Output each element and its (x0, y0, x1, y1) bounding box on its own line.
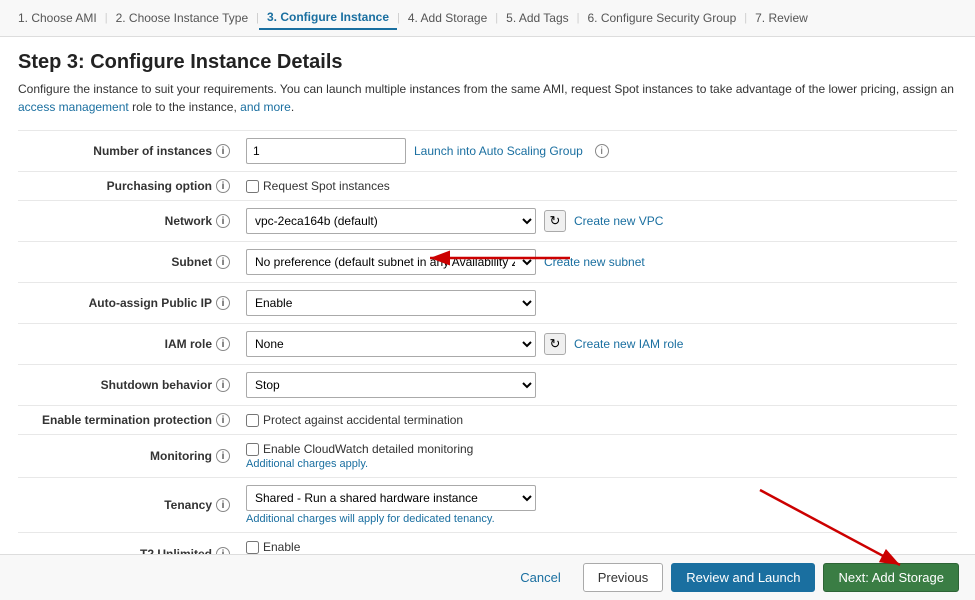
protect-termination-checkbox[interactable] (246, 414, 259, 427)
create-iam-link[interactable]: Create new IAM role (574, 337, 683, 351)
tenancy-info-icon[interactable]: i (216, 498, 230, 512)
t2-enable-label[interactable]: Enable (246, 540, 949, 554)
t2-enable-checkbox[interactable] (246, 541, 259, 554)
page-title: Step 3: Configure Instance Details (18, 51, 957, 74)
termination-info-icon[interactable]: i (216, 413, 230, 427)
num-instances-control-cell: Launch into Auto Scaling Group i (238, 131, 957, 172)
tenancy-control-cell: Shared - Run a shared hardware instance … (238, 478, 957, 533)
main-content: Step 3: Configure Instance Details Confi… (0, 37, 975, 554)
iam-role-label-cell: IAM role i (18, 324, 238, 365)
create-subnet-link[interactable]: Create new subnet (544, 255, 645, 269)
page-description: Configure the instance to suit your requ… (18, 80, 957, 116)
shutdown-behavior-control-cell: Stop Terminate (238, 365, 957, 406)
network-info-icon[interactable]: i (216, 214, 230, 228)
monitoring-label-cell: Monitoring i (18, 435, 238, 478)
t2-unlimited-info-icon[interactable]: i (216, 547, 230, 554)
auto-assign-ip-select[interactable]: Enable Disable Use subnet setting (246, 290, 536, 316)
monitoring-charges-link[interactable]: Additional charges apply. (246, 458, 949, 470)
subnet-info-icon[interactable]: i (216, 255, 230, 269)
nav-step-add-tags[interactable]: 5. Add Tags (498, 7, 577, 29)
subnet-label-cell: Subnet i (18, 242, 238, 283)
iam-refresh-button[interactable]: ↻ (544, 333, 566, 355)
monitoring-control-cell: Enable CloudWatch detailed monitoring Ad… (238, 435, 957, 478)
monitoring-info-icon[interactable]: i (216, 449, 230, 463)
t2-unlimited-control-cell: Enable Additional charges may apply (238, 533, 957, 555)
protect-termination-label[interactable]: Protect against accidental termination (246, 413, 949, 427)
nav-step-ami[interactable]: 1. Choose AMI (10, 7, 105, 29)
wizard-nav: 1. Choose AMI | 2. Choose Instance Type … (0, 0, 975, 37)
purchasing-option-control-cell: Request Spot instances (238, 172, 957, 201)
cloudwatch-label[interactable]: Enable CloudWatch detailed monitoring (246, 442, 949, 456)
iam-role-info-icon[interactable]: i (216, 337, 230, 351)
purchasing-info-icon[interactable]: i (216, 179, 230, 193)
network-control-cell: vpc-2eca164b (default) ↻ Create new VPC (238, 201, 957, 242)
network-label-cell: Network i (18, 201, 238, 242)
termination-protection-label-cell: Enable termination protection i (18, 406, 238, 435)
network-select[interactable]: vpc-2eca164b (default) (246, 208, 536, 234)
configure-form: Number of instances i Launch into Auto S… (18, 130, 957, 554)
create-vpc-link[interactable]: Create new VPC (574, 214, 663, 228)
iam-role-control-cell: None ↻ Create new IAM role (238, 324, 957, 365)
request-spot-label[interactable]: Request Spot instances (246, 179, 949, 193)
num-instances-input[interactable] (246, 138, 406, 164)
nav-step-instance-type[interactable]: 2. Choose Instance Type (108, 7, 257, 29)
cloudwatch-checkbox[interactable] (246, 443, 259, 456)
termination-protection-control-cell: Protect against accidental termination (238, 406, 957, 435)
subnet-select[interactable]: No preference (default subnet in any Ava… (246, 249, 536, 275)
footer: Cancel Previous Review and Launch Next: … (0, 554, 975, 600)
purchasing-option-label-cell: Purchasing option i (18, 172, 238, 201)
shutdown-behavior-label-cell: Shutdown behavior i (18, 365, 238, 406)
subnet-control-cell: No preference (default subnet in any Ava… (238, 242, 957, 283)
cancel-button[interactable]: Cancel (506, 564, 574, 591)
and-more-link[interactable]: and more (240, 100, 291, 114)
nav-step-configure-instance[interactable]: 3. Configure Instance (259, 6, 397, 30)
request-spot-checkbox[interactable] (246, 180, 259, 193)
next-add-storage-button[interactable]: Next: Add Storage (823, 563, 959, 592)
nav-step-security-group[interactable]: 6. Configure Security Group (580, 7, 745, 29)
access-management-link[interactable]: access management (18, 100, 129, 114)
auto-assign-ip-label-cell: Auto-assign Public IP i (18, 283, 238, 324)
tenancy-charges-link[interactable]: Additional charges will apply for dedica… (246, 513, 949, 525)
tenancy-label-cell: Tenancy i (18, 478, 238, 533)
shutdown-behavior-info-icon[interactable]: i (216, 378, 230, 392)
num-instances-label-cell: Number of instances i (18, 131, 238, 172)
auto-assign-info-icon[interactable]: i (216, 296, 230, 310)
num-instances-info-icon[interactable]: i (216, 144, 230, 158)
previous-button[interactable]: Previous (583, 563, 664, 592)
auto-assign-ip-control-cell: Enable Disable Use subnet setting (238, 283, 957, 324)
network-refresh-button[interactable]: ↻ (544, 210, 566, 232)
iam-role-select[interactable]: None (246, 331, 536, 357)
nav-step-review[interactable]: 7. Review (747, 7, 816, 29)
launch-auto-scaling-link[interactable]: Launch into Auto Scaling Group (414, 144, 583, 158)
t2-unlimited-label-cell: T2 Unlimited i (18, 533, 238, 555)
auto-scaling-info-icon[interactable]: i (595, 144, 609, 158)
tenancy-select[interactable]: Shared - Run a shared hardware instance … (246, 485, 536, 511)
shutdown-behavior-select[interactable]: Stop Terminate (246, 372, 536, 398)
nav-step-add-storage[interactable]: 4. Add Storage (400, 7, 495, 29)
review-launch-button[interactable]: Review and Launch (671, 563, 815, 592)
